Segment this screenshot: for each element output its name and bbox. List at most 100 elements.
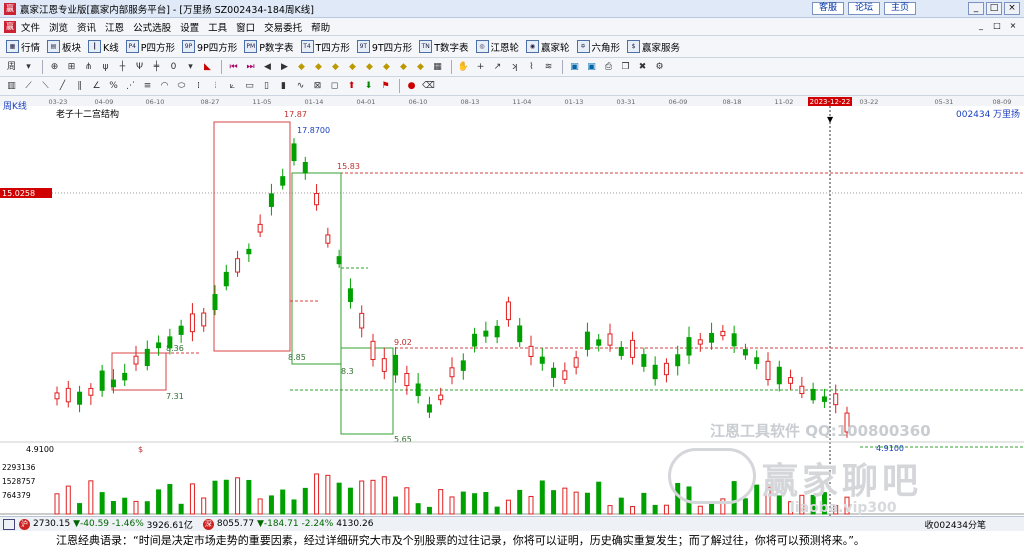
- fork-icon[interactable]: ψ: [98, 60, 113, 74]
- time-box-icon[interactable]: ▮: [276, 79, 291, 93]
- grid-icon[interactable]: ⊞: [64, 60, 79, 74]
- menu-file[interactable]: 文件: [21, 20, 40, 34]
- candle-body: [415, 383, 421, 396]
- customer-service-link[interactable]: 客服: [812, 2, 844, 15]
- last-bar-icon[interactable]: ⏭: [243, 60, 258, 74]
- box-icon[interactable]: ▭: [242, 79, 257, 93]
- arrow-up-icon[interactable]: ⬆: [344, 79, 359, 93]
- diamond-4-icon[interactable]: ◆: [345, 60, 360, 74]
- menu-formula-select[interactable]: 公式选股: [133, 20, 171, 34]
- box-red-large: [213, 121, 291, 352]
- diamond-5-icon[interactable]: ◆: [362, 60, 377, 74]
- diamond-6-icon[interactable]: ◆: [379, 60, 394, 74]
- line-up-icon[interactable]: ⟋: [21, 79, 36, 93]
- menu-help[interactable]: 帮助: [311, 20, 330, 34]
- step-forward-icon[interactable]: ▶: [277, 60, 292, 74]
- menu-info[interactable]: 资讯: [77, 20, 96, 34]
- cycle-icon[interactable]: ⁞: [191, 79, 206, 93]
- dropdown-arrow-icon[interactable]: ▾: [21, 60, 36, 74]
- circle-zero-icon[interactable]: 0: [166, 60, 181, 74]
- toolbar-item-8[interactable]: TN T数字表: [419, 40, 469, 54]
- speed-line-icon[interactable]: ⟀: [225, 79, 240, 93]
- homepage-link[interactable]: 主页: [884, 2, 916, 15]
- delete-icon[interactable]: ✖: [635, 60, 650, 74]
- menu-settings[interactable]: 设置: [180, 20, 199, 34]
- maximize-button[interactable]: □: [986, 2, 1002, 15]
- gann-box-icon[interactable]: ⊠: [310, 79, 325, 93]
- sh-index-group[interactable]: 沪 2730.15 ▼-40.59 -1.46% 3926.61亿: [17, 518, 193, 531]
- bar-chart-icon[interactable]: ▥: [4, 79, 19, 93]
- text-icon[interactable]: ʞ: [507, 60, 522, 74]
- watermark-line-2: 赢家聊吧: [762, 461, 923, 502]
- percent-icon[interactable]: %: [106, 79, 121, 93]
- print-icon[interactable]: ⎙: [601, 60, 616, 74]
- eraser-icon[interactable]: ⌫: [421, 79, 436, 93]
- toolbar-item-9[interactable]: ◎ 江恩轮: [475, 40, 519, 54]
- settings-icon[interactable]: ⚙: [652, 60, 667, 74]
- fib-icon[interactable]: ≡: [140, 79, 155, 93]
- hand-icon[interactable]: ✋: [456, 60, 471, 74]
- toolbar-item-4[interactable]: 9P 9P四方形: [182, 40, 237, 54]
- menu-browse[interactable]: 浏览: [49, 20, 68, 34]
- flag-icon[interactable]: ◣: [200, 60, 215, 74]
- menu-window[interactable]: 窗口: [236, 20, 255, 34]
- zoom-icon[interactable]: ⊕: [47, 60, 62, 74]
- bar-icon[interactable]: ┼: [115, 60, 130, 74]
- menu-gann[interactable]: 江恩: [105, 20, 124, 34]
- segment-icon[interactable]: ╱: [55, 79, 70, 93]
- diamond-8-icon[interactable]: ◆: [413, 60, 428, 74]
- diamond-3-icon[interactable]: ◆: [328, 60, 343, 74]
- angle-icon[interactable]: ∠: [89, 79, 104, 93]
- menu-trade[interactable]: 交易委托: [264, 20, 302, 34]
- time-zone-icon[interactable]: ⦙: [208, 79, 223, 93]
- line-icon[interactable]: ↗: [490, 60, 505, 74]
- mdi-minimize-button[interactable]: _: [974, 20, 988, 32]
- mark-icon[interactable]: ⚑: [378, 79, 393, 93]
- close-button[interactable]: ×: [1004, 2, 1020, 15]
- minimize-button[interactable]: _: [968, 2, 984, 15]
- mdi-close-button[interactable]: ×: [1006, 20, 1020, 32]
- diamond-2-icon[interactable]: ◆: [311, 60, 326, 74]
- small-dropdown-icon[interactable]: ▾: [183, 60, 198, 74]
- toolbar-item-1[interactable]: ▤ 板块: [47, 40, 81, 54]
- toolbar-item-6[interactable]: T4 T四方形: [300, 40, 350, 54]
- toolbar-item-12[interactable]: $ 赢家服务: [627, 40, 680, 54]
- forum-link[interactable]: 论坛: [848, 2, 880, 15]
- toolbar-item-3[interactable]: P4 P四方形: [125, 40, 175, 54]
- crosshair-icon[interactable]: +: [473, 60, 488, 74]
- toolbar-item-10[interactable]: ◉ 赢家轮: [526, 40, 570, 54]
- square-icon[interactable]: ◻: [327, 79, 342, 93]
- ray-icon[interactable]: ⌇: [524, 60, 539, 74]
- toolbar-item-0[interactable]: ▦ 行情: [6, 40, 40, 54]
- arrow-down-icon[interactable]: ⬇: [361, 79, 376, 93]
- toolbar-item-5[interactable]: PM P数字表: [244, 40, 294, 54]
- grid-status-icon[interactable]: [3, 518, 15, 530]
- channel-icon[interactable]: ≋: [541, 60, 556, 74]
- copy-icon[interactable]: ❐: [618, 60, 633, 74]
- toolbar-item-11[interactable]: ✡ 六角形: [576, 40, 620, 54]
- color-wheel-icon[interactable]: ●: [404, 79, 419, 93]
- calendar-icon[interactable]: ▣: [567, 60, 582, 74]
- arc-icon[interactable]: ◠: [157, 79, 172, 93]
- fan-icon[interactable]: ⋰: [123, 79, 138, 93]
- toolbar-item-7[interactable]: 9T 9T四方形: [356, 40, 412, 54]
- save-icon[interactable]: ▣: [584, 60, 599, 74]
- ellipse-icon[interactable]: ⬭: [174, 79, 189, 93]
- menu-tools[interactable]: 工具: [208, 20, 227, 34]
- wave-icon[interactable]: ∿: [293, 79, 308, 93]
- sz-index-group[interactable]: 深 8055.77 ▼-184.71 -2.24% 4130.26: [201, 518, 373, 530]
- diamond-1-icon[interactable]: ◆: [294, 60, 309, 74]
- step-back-icon[interactable]: ◀: [260, 60, 275, 74]
- mdi-restore-button[interactable]: □: [990, 20, 1004, 32]
- diamond-7-icon[interactable]: ◆: [396, 60, 411, 74]
- toolbar-item-2[interactable]: ┃ K线: [88, 40, 119, 54]
- grid-lines-icon[interactable]: ▦: [430, 60, 445, 74]
- line-down-icon[interactable]: ⟍: [38, 79, 53, 93]
- first-bar-icon[interactable]: ⏮: [226, 60, 241, 74]
- trident-icon[interactable]: Ψ: [132, 60, 147, 74]
- price-box-icon[interactable]: ▯: [259, 79, 274, 93]
- period-selector[interactable]: 周: [4, 60, 19, 74]
- parallel-icon[interactable]: ∥: [72, 79, 87, 93]
- gann-fan-icon[interactable]: ⋔: [81, 60, 96, 74]
- candle-icon[interactable]: ╪: [149, 60, 164, 74]
